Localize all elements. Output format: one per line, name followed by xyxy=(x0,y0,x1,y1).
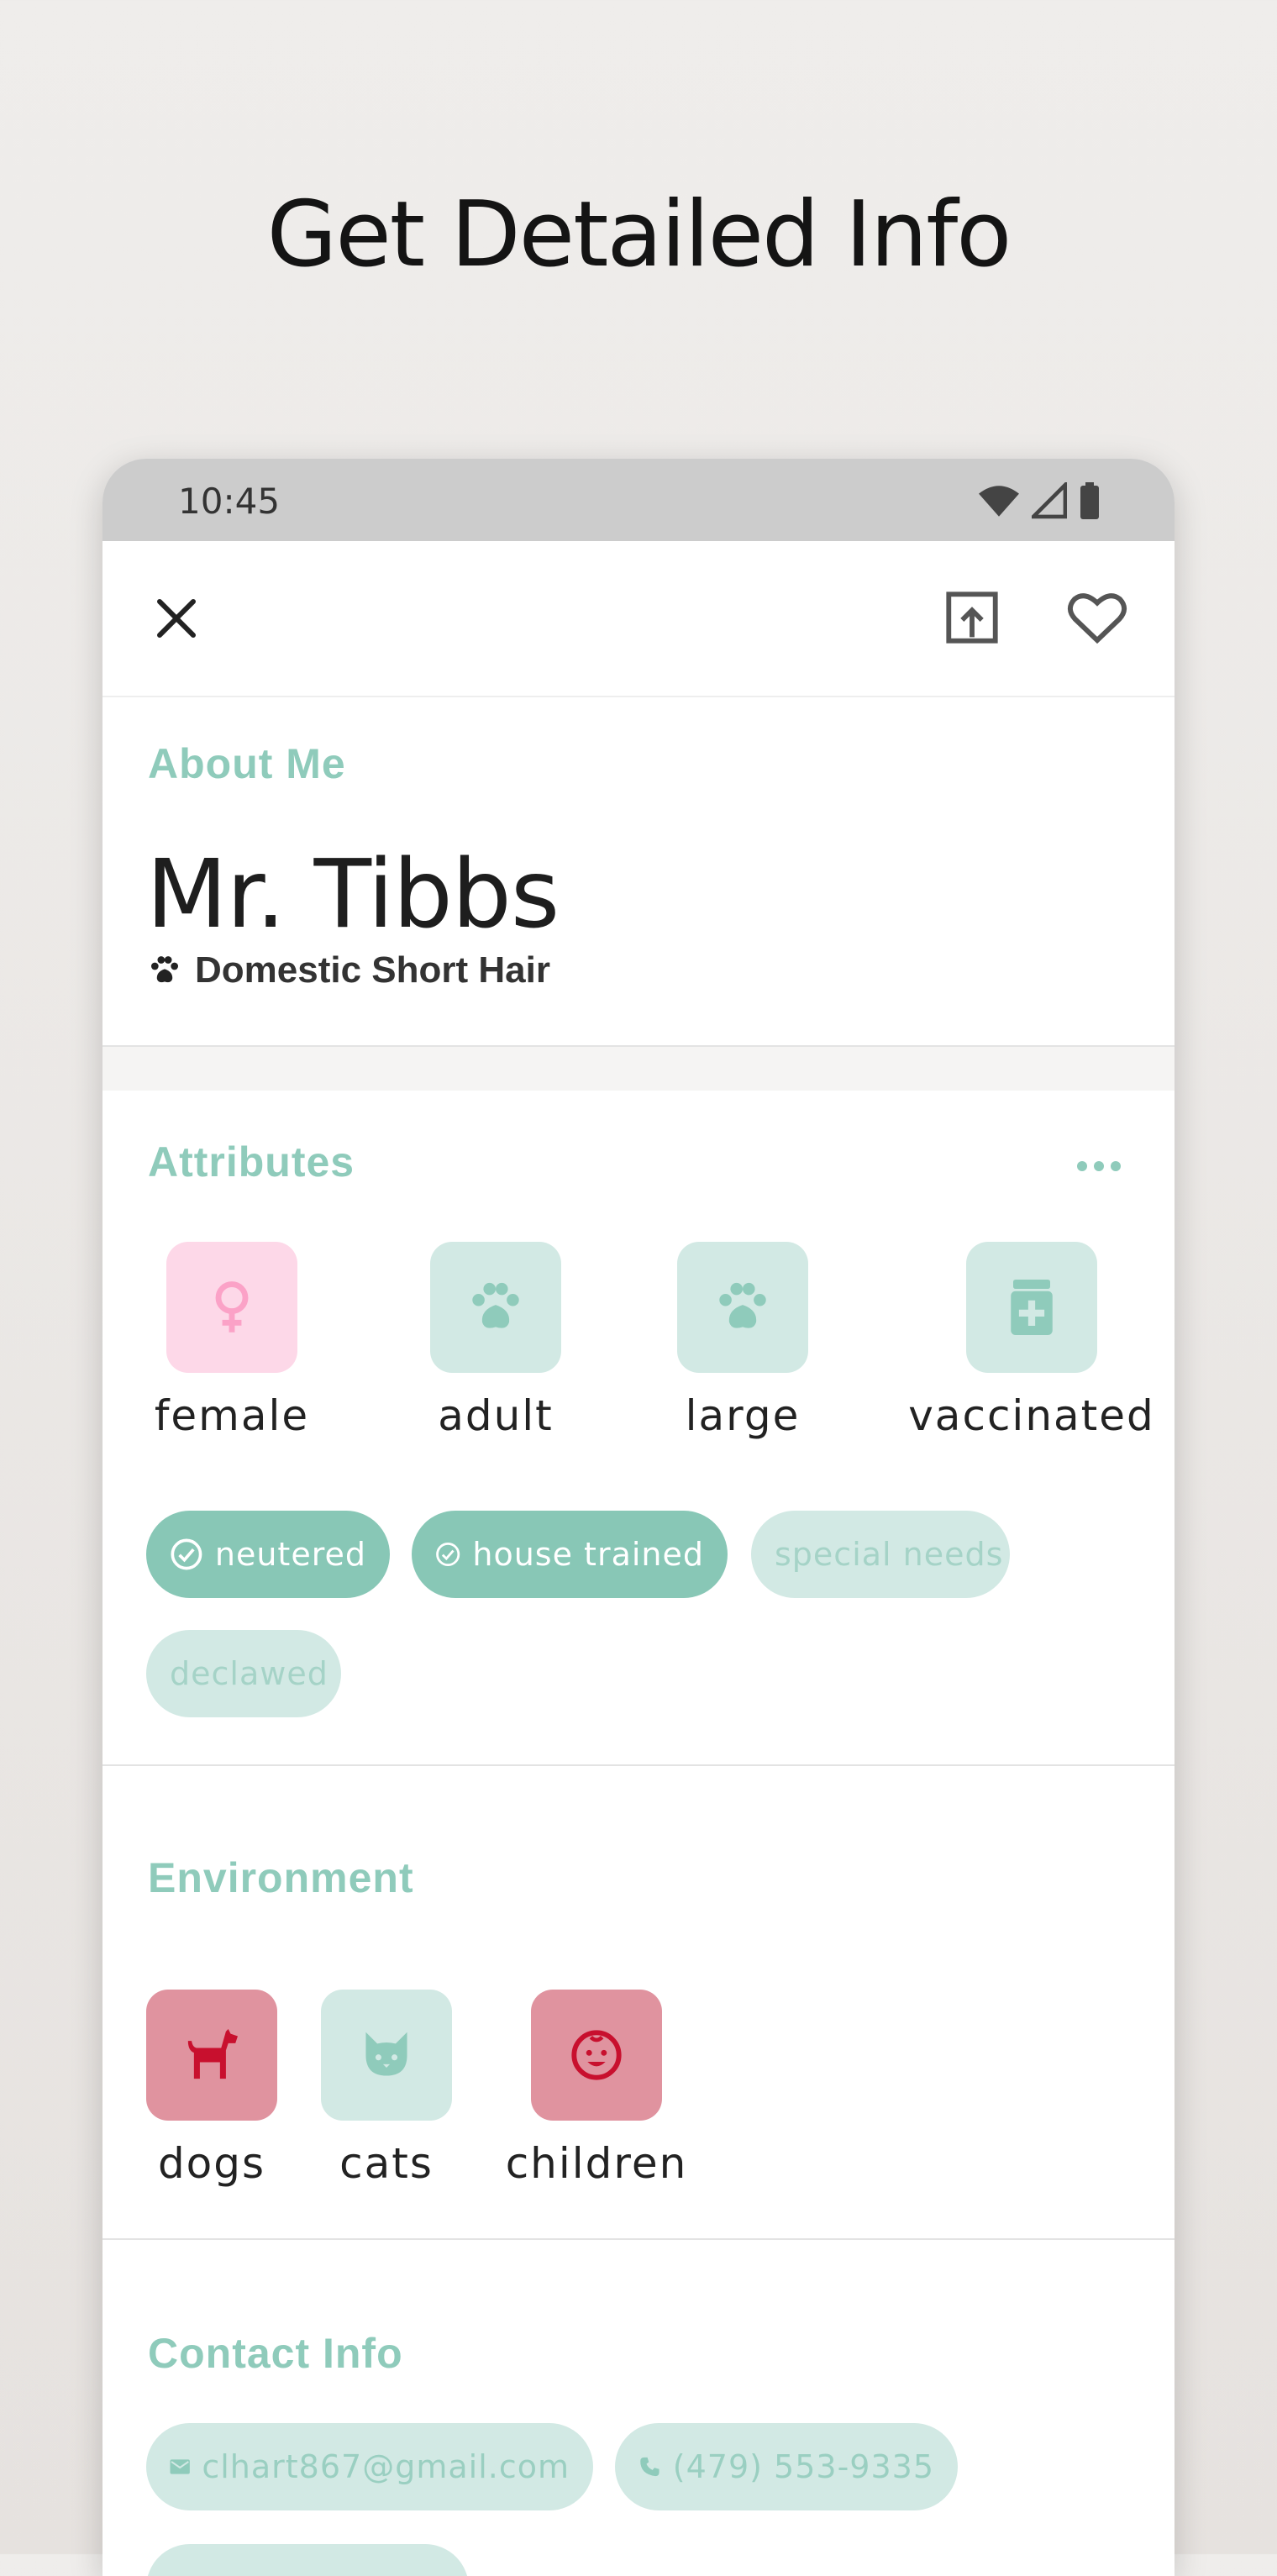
chip-label: declawed xyxy=(170,1655,328,1692)
phone-chip[interactable]: (479) 553-9335 xyxy=(615,2423,958,2510)
contact-card: Contact Info clhart867@gmail.com (479) 5… xyxy=(102,2240,1175,2576)
female-icon xyxy=(215,1281,249,1333)
extra-contact-chip[interactable] xyxy=(146,2544,469,2576)
attr-box xyxy=(321,1990,452,2121)
attr-label: cats xyxy=(339,2139,434,2188)
attr-adult: adult xyxy=(430,1242,561,1440)
chip-label: special needs xyxy=(775,1536,1004,1573)
about-title: About Me xyxy=(148,740,346,787)
phone-text: (479) 553-9335 xyxy=(672,2448,934,2485)
attr-label: adult xyxy=(438,1391,554,1440)
close-icon[interactable] xyxy=(151,593,202,644)
headline: Get Detailed Info xyxy=(266,182,1012,287)
status-bar: 10:45 xyxy=(102,459,1175,541)
pet-name: Mr. Tibbs xyxy=(146,840,560,949)
favorite-icon[interactable] xyxy=(1067,588,1127,647)
wifi-icon xyxy=(979,486,1019,517)
attr-label: vaccinated xyxy=(908,1391,1155,1440)
attr-label: female xyxy=(154,1391,310,1440)
environment-title: Environment xyxy=(148,1854,414,1901)
attr-box xyxy=(966,1242,1097,1373)
status-icons xyxy=(978,482,1101,519)
contact-title: Contact Info xyxy=(148,2330,403,2377)
about-card: About Me Mr. Tibbs Domestic Short Hair xyxy=(102,697,1175,1047)
attr-female: female xyxy=(148,1242,316,1440)
attr-box xyxy=(430,1242,561,1373)
env-dogs: dogs xyxy=(146,1990,277,2188)
env-children: children xyxy=(496,1990,697,2188)
attr-vaccinated: vaccinated xyxy=(906,1242,1158,1440)
attr-box xyxy=(531,1990,662,2121)
status-time: 10:45 xyxy=(178,481,281,522)
attributes-title: Attributes xyxy=(148,1138,355,1185)
attr-box xyxy=(146,1990,277,2121)
email-icon xyxy=(170,2459,190,2474)
spacer xyxy=(102,1047,1175,1091)
signal-icon xyxy=(1032,482,1067,519)
attr-label: dogs xyxy=(157,2139,266,2188)
dog-icon xyxy=(187,2029,238,2079)
chip-declawed[interactable]: declawed xyxy=(146,1630,341,1717)
child-icon xyxy=(571,2030,622,2080)
paw-icon xyxy=(719,1282,766,1328)
paw-icon xyxy=(151,956,178,983)
check-circle-icon xyxy=(436,1542,460,1567)
share-icon[interactable] xyxy=(943,588,1001,647)
attr-box xyxy=(677,1242,808,1373)
more-icon[interactable] xyxy=(1074,1158,1124,1175)
chip-neutered[interactable]: neutered xyxy=(146,1511,390,1598)
medicine-icon xyxy=(1011,1280,1053,1335)
cat-icon xyxy=(365,2032,407,2076)
attr-label: large xyxy=(685,1391,801,1440)
breed-text: Domestic Short Hair xyxy=(195,949,550,991)
chip-label: neutered xyxy=(214,1536,366,1573)
email-text: clhart867@gmail.com xyxy=(202,2448,570,2485)
phone-icon xyxy=(640,2457,660,2477)
attributes-card: Attributes female adult large vaccinated xyxy=(102,1091,1175,1766)
battery-icon xyxy=(1080,482,1099,519)
email-chip[interactable]: clhart867@gmail.com xyxy=(146,2423,593,2510)
check-circle-icon xyxy=(171,1538,202,1570)
chip-label: house trained xyxy=(472,1536,704,1573)
attr-label: children xyxy=(505,2139,688,2188)
attr-large: large xyxy=(677,1242,808,1440)
environment-card: Environment dogs cats children xyxy=(102,1766,1175,2240)
env-cats: cats xyxy=(321,1990,452,2188)
phone-frame: 10:45 About Me Mr. Tibbs Domestic Short … xyxy=(102,459,1175,2576)
attr-box xyxy=(166,1242,297,1373)
breed-row: Domestic Short Hair xyxy=(148,949,550,991)
paw-icon xyxy=(472,1282,519,1328)
chip-special-needs[interactable]: special needs xyxy=(751,1511,1010,1598)
chip-house-trained[interactable]: house trained xyxy=(412,1511,728,1598)
app-bar xyxy=(102,541,1175,697)
